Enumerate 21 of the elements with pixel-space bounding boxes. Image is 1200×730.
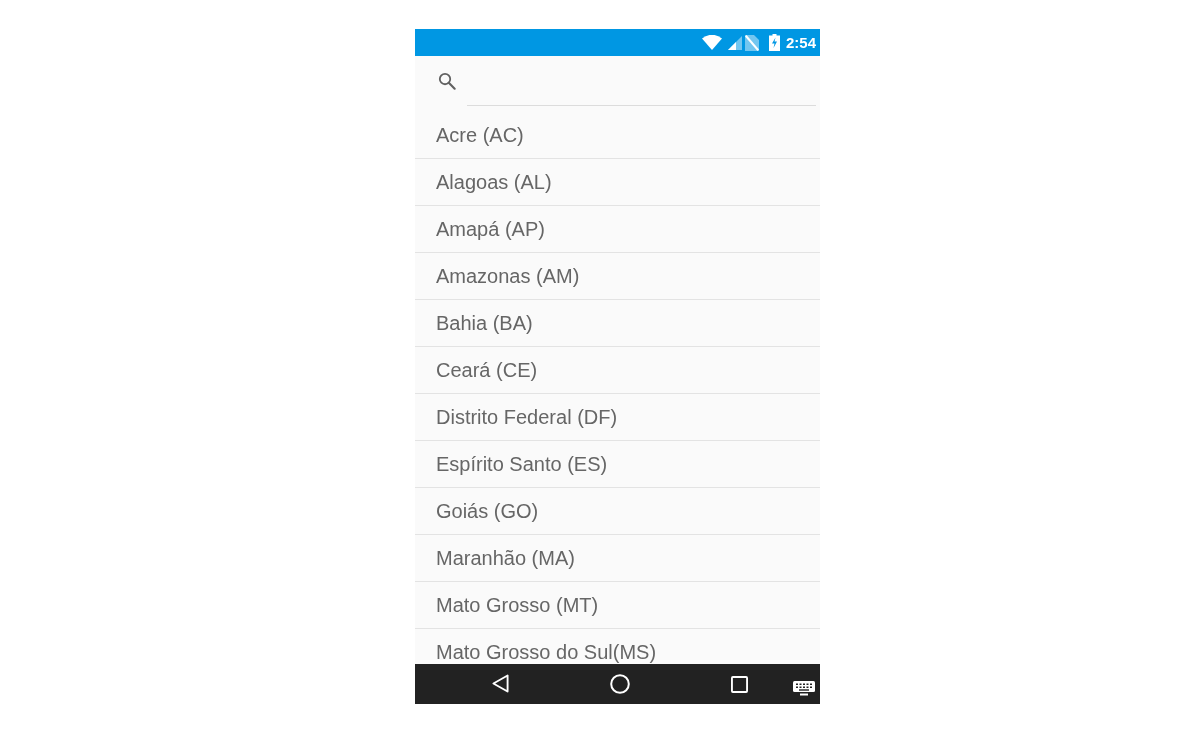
signal-icon xyxy=(727,35,742,50)
list-item[interactable]: Acre (AC) xyxy=(415,112,820,159)
wifi-icon xyxy=(701,35,722,50)
list-item[interactable]: Amapá (AP) xyxy=(415,206,820,253)
list-item[interactable]: Goiás (GO) xyxy=(415,488,820,535)
list-item[interactable]: Espírito Santo (ES) xyxy=(415,441,820,488)
list-item[interactable]: Bahia (BA) xyxy=(415,300,820,347)
clock-time: 2:54 xyxy=(785,33,816,52)
list-item[interactable]: Distrito Federal (DF) xyxy=(415,394,820,441)
list-item[interactable]: Amazonas (AM) xyxy=(415,253,820,300)
list-item[interactable]: Alagoas (AL) xyxy=(415,159,820,206)
search-icon[interactable] xyxy=(438,72,456,90)
list-item[interactable]: Mato Grosso (MT) xyxy=(415,582,820,629)
battery-charging-icon xyxy=(768,34,780,51)
no-sim-icon xyxy=(744,34,759,51)
recent-apps-icon[interactable] xyxy=(731,676,748,693)
home-icon[interactable] xyxy=(610,674,630,694)
list-item[interactable]: Ceará (CE) xyxy=(415,347,820,394)
keyboard-icon[interactable] xyxy=(793,681,815,696)
back-icon[interactable] xyxy=(492,674,509,693)
list-item[interactable]: Maranhão (MA) xyxy=(415,535,820,582)
